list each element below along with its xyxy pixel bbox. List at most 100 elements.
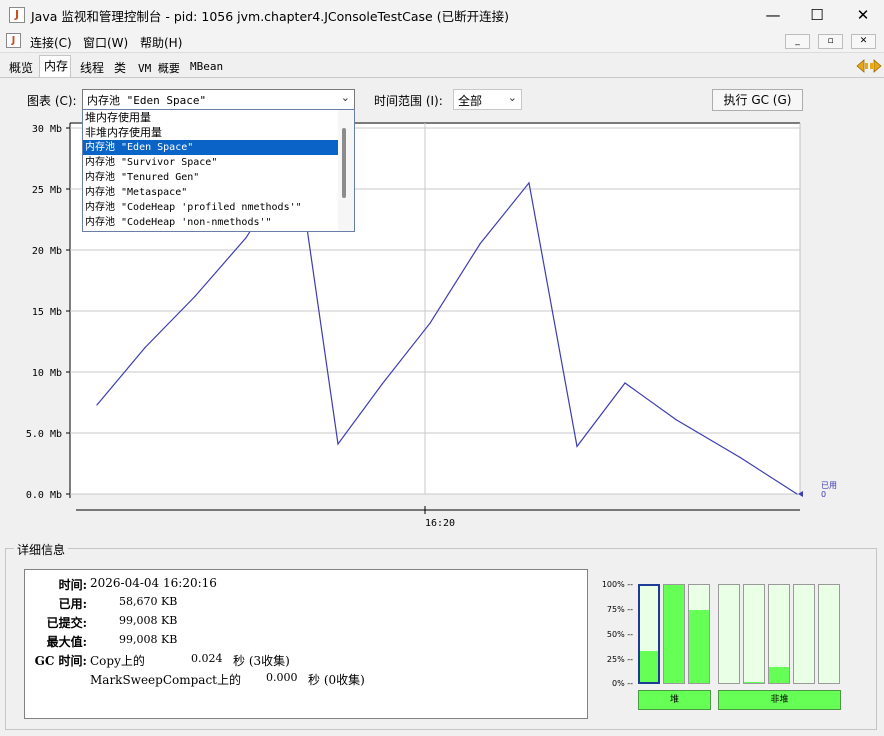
dropdown-scrollbar[interactable] xyxy=(338,110,354,231)
nonheap-pool-bar[interactable] xyxy=(768,584,790,684)
memory-pool-bars: 100% -- 75% -- 50% -- 25% -- 0% -- 堆 非堆 xyxy=(597,578,867,718)
pct-label-0: 0% -- xyxy=(611,679,633,688)
y-tick-label: 5.0 Mb xyxy=(26,429,62,440)
max-value: 99,008 KB xyxy=(119,633,178,646)
time-label: 时间: xyxy=(58,578,87,592)
tab-overview[interactable]: 概览 xyxy=(9,59,33,76)
chart-point xyxy=(337,443,339,445)
chart-select-combo[interactable]: 内存池 "Eden Space" ⌄ xyxy=(82,89,355,110)
pct-label-75: 75% -- xyxy=(606,605,633,614)
heap-group-label: 堆 xyxy=(638,690,711,710)
x-tick-label: 16:20 xyxy=(425,518,455,529)
heap-pool-bar-fill xyxy=(640,651,658,682)
chart-select-value: 内存池 "Eden Space" xyxy=(87,94,207,107)
minimize-button[interactable]: — xyxy=(750,0,796,30)
mdi-close-button[interactable]: ✕ xyxy=(851,34,876,49)
legend-used-value: 0 xyxy=(821,490,826,499)
chevron-down-icon: ⌄ xyxy=(507,91,517,104)
chart-point xyxy=(576,445,578,447)
menu-help[interactable]: 帮助(H) xyxy=(140,34,182,51)
details-title: 详细信息 xyxy=(14,541,69,558)
nonheap-pool-bar[interactable] xyxy=(718,584,740,684)
nonheap-pool-bar[interactable] xyxy=(818,584,840,684)
chart-point xyxy=(144,347,146,349)
chart-point xyxy=(624,382,626,384)
chart-select-label: 图表 (C): xyxy=(27,94,77,108)
dropdown-option[interactable]: 内存池 "CodeHeap 'profiled nmethods'" xyxy=(83,200,338,215)
dropdown-scrollbar-thumb[interactable] xyxy=(342,128,346,198)
tab-memory[interactable]: 内存 xyxy=(44,57,68,74)
mdi-restore-button[interactable]: ▫ xyxy=(818,34,843,49)
time-value: 2026-04-04 16:20:16 xyxy=(90,576,217,590)
nonheap-group-label: 非堆 xyxy=(718,690,841,710)
mdi-minimize-button[interactable]: _ xyxy=(785,34,810,49)
dropdown-option[interactable]: 内存池 "Metaspace" xyxy=(83,185,338,200)
pct-label-50: 50% -- xyxy=(606,630,633,639)
tab-classes[interactable]: 类 xyxy=(114,59,126,76)
details-info-panel: 时间: 2026-04-04 16:20:16 已用: 58,670 KB 已提… xyxy=(24,569,588,719)
nonheap-pool-bar-fill xyxy=(769,667,789,683)
dropdown-option[interactable]: 内存池 "Tenured Gen" xyxy=(83,170,338,185)
committed-label: 已提交: xyxy=(46,616,87,630)
heap-pool-bar[interactable] xyxy=(688,584,710,684)
pct-label-100: 100% -- xyxy=(601,580,633,589)
heap-pool-bar[interactable] xyxy=(663,584,685,684)
chart-point xyxy=(96,404,98,406)
perform-gc-button[interactable]: 执行 GC (G) xyxy=(712,89,803,111)
maximize-button[interactable]: ☐ xyxy=(794,0,840,30)
y-tick-label: 20 Mb xyxy=(32,246,62,257)
tab-bar xyxy=(0,53,884,77)
committed-value: 99,008 KB xyxy=(119,614,178,627)
max-label: 最大值: xyxy=(46,635,87,649)
gc1-time: 0.024 xyxy=(191,652,223,665)
connection-status-icon xyxy=(856,59,882,73)
gc1-name: Copy上的 xyxy=(90,654,145,668)
y-tick-label: 25 Mb xyxy=(32,185,62,196)
time-range-value: 全部 xyxy=(458,94,483,108)
chart-select-dropdown: 堆内存使用量 非堆内存使用量 内存池 "Eden Space" 内存池 "Surviv… xyxy=(82,109,355,232)
menu-bar xyxy=(0,30,884,53)
time-range-label: 时间范围 (I): xyxy=(374,94,443,108)
dropdown-option[interactable]: 非堆内存使用量 xyxy=(83,125,338,140)
pct-label-25: 25% -- xyxy=(606,655,633,664)
gc2-time: 0.000 xyxy=(266,671,298,684)
chart-point xyxy=(194,295,196,297)
legend-used-label: 已用 xyxy=(821,481,837,490)
chart-point xyxy=(245,237,247,239)
tab-mbean[interactable]: MBean xyxy=(190,60,223,73)
nonheap-pool-bar[interactable] xyxy=(743,584,765,684)
gc1-unit: 秒 (3收集) xyxy=(233,654,290,668)
heap-pool-bar[interactable] xyxy=(638,584,660,684)
dropdown-option[interactable]: 内存池 "Survivor Space" xyxy=(83,155,338,170)
y-tick-label: 30 Mb xyxy=(32,124,62,135)
gc-time-label: GC 时间: xyxy=(34,654,87,668)
java-menu-icon[interactable]: J xyxy=(6,33,21,48)
gc2-name: MarkSweepCompact上的 xyxy=(90,673,241,687)
chart-point xyxy=(796,493,798,495)
close-button[interactable]: ✕ xyxy=(840,0,884,30)
y-tick-label: 15 Mb xyxy=(32,307,62,318)
y-tick-label: 10 Mb xyxy=(32,368,62,379)
time-range-combo[interactable]: 全部 ⌄ xyxy=(453,89,522,110)
dropdown-option[interactable]: 内存池 "Eden Space" xyxy=(83,140,338,155)
dropdown-option[interactable]: 内存池 "CodeHeap 'non-nmethods'" xyxy=(83,215,338,230)
used-value: 58,670 KB xyxy=(119,595,178,608)
heap-pool-bar-fill xyxy=(689,609,709,683)
menu-window[interactable]: 窗口(W) xyxy=(83,34,128,51)
tab-threads[interactable]: 线程 xyxy=(80,59,104,76)
tab-vm-summary[interactable]: VM 概要 xyxy=(138,60,180,76)
chart-point xyxy=(381,383,383,385)
heap-pool-bar-fill xyxy=(664,585,684,683)
y-tick-label: 0.0 Mb xyxy=(26,490,62,501)
window-title: Java 监视和管理控制台 - pid: 1056 jvm.chapter4.J… xyxy=(31,9,509,24)
used-label: 已用: xyxy=(58,597,87,611)
chart-point xyxy=(675,419,677,421)
chart-point xyxy=(479,243,481,245)
chart-point xyxy=(528,182,530,184)
nonheap-pool-bar[interactable] xyxy=(793,584,815,684)
chevron-down-icon: ⌄ xyxy=(340,91,350,104)
nonheap-pool-bar-fill xyxy=(744,682,764,683)
java-app-icon[interactable]: J xyxy=(9,7,25,23)
menu-connection[interactable]: 连接(C) xyxy=(30,34,72,51)
dropdown-option[interactable]: 堆内存使用量 xyxy=(83,110,338,125)
